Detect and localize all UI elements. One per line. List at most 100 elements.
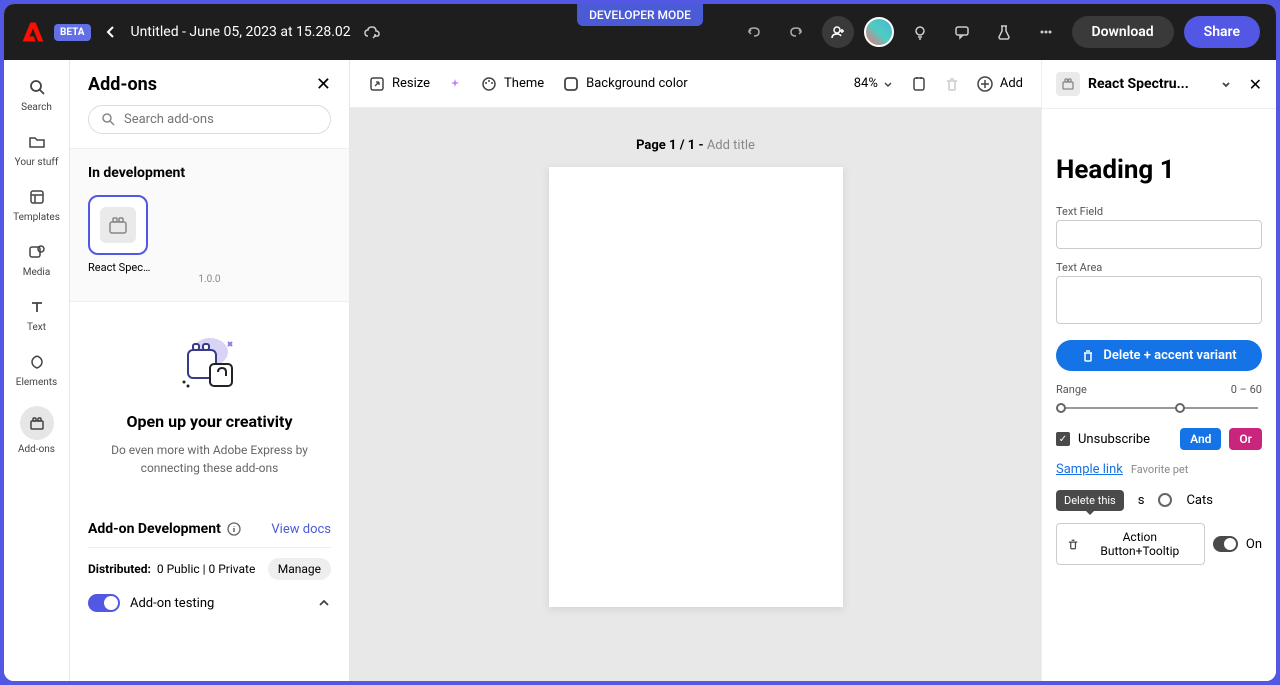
addon-version: 1.0.0 bbox=[88, 274, 331, 285]
info-icon[interactable] bbox=[227, 522, 241, 536]
trash-icon bbox=[944, 76, 960, 92]
canvas-toolbar: Resize Theme Background color 84% Add bbox=[350, 60, 1041, 108]
magic-icon[interactable] bbox=[448, 77, 462, 91]
cats-radio[interactable] bbox=[1158, 493, 1172, 507]
developer-mode-badge: DEVELOPER MODE bbox=[577, 4, 703, 26]
and-pill[interactable]: And bbox=[1180, 428, 1221, 450]
rail-text[interactable]: Text bbox=[4, 296, 69, 333]
text-field-input[interactable] bbox=[1056, 220, 1262, 249]
search-input-wrap[interactable] bbox=[88, 105, 331, 134]
text-area-input[interactable] bbox=[1056, 276, 1262, 324]
trash-icon bbox=[1067, 538, 1079, 551]
user-avatar[interactable] bbox=[864, 17, 894, 47]
addon-card[interactable]: React Spectr... 1.0.0 bbox=[88, 195, 331, 285]
cats-label: Cats bbox=[1186, 493, 1213, 508]
resize-icon bbox=[368, 75, 386, 93]
chevron-up-icon[interactable] bbox=[317, 596, 331, 610]
radio-s-label: s bbox=[1138, 493, 1145, 508]
view-docs-link[interactable]: View docs bbox=[271, 522, 331, 537]
unsubscribe-checkbox[interactable]: ✓ bbox=[1056, 432, 1070, 446]
range-value: 0 – 60 bbox=[1231, 383, 1262, 396]
more-icon[interactable] bbox=[1030, 16, 1062, 48]
beta-badge: BETA bbox=[54, 24, 91, 41]
page-label[interactable]: Page 1 / 1 - Add title bbox=[636, 138, 755, 153]
elements-icon bbox=[26, 351, 48, 373]
rail-search[interactable]: Search bbox=[4, 76, 69, 113]
back-arrow-icon[interactable] bbox=[103, 24, 119, 40]
favorite-label: Favorite pet bbox=[1131, 463, 1189, 476]
close-icon[interactable]: ✕ bbox=[1249, 75, 1262, 94]
redo-icon[interactable] bbox=[780, 16, 812, 48]
lightbulb-icon[interactable] bbox=[904, 16, 936, 48]
on-label: On bbox=[1246, 537, 1262, 552]
text-area-label: Text Area bbox=[1056, 261, 1262, 274]
trash-icon bbox=[1081, 349, 1095, 363]
heading-1: Heading 1 bbox=[1056, 155, 1262, 185]
left-rail: Search Your stuff Templates Media Text E… bbox=[4, 60, 70, 681]
resize-tool[interactable]: Resize bbox=[368, 75, 430, 93]
delete-tooltip: Delete this bbox=[1056, 490, 1124, 511]
adobe-logo-icon bbox=[20, 19, 46, 45]
rail-addons[interactable]: Add-ons bbox=[4, 406, 69, 455]
templates-icon bbox=[26, 186, 48, 208]
action-tooltip-button[interactable]: Action Button+Tooltip bbox=[1056, 523, 1205, 565]
canvas-page[interactable] bbox=[549, 167, 843, 607]
canvas-background[interactable]: Page 1 / 1 - Add title bbox=[350, 108, 1041, 681]
beaker-icon[interactable] bbox=[988, 16, 1020, 48]
folder-icon bbox=[26, 131, 48, 153]
zoom-level[interactable]: 84% bbox=[854, 76, 894, 91]
dev-section-title: Add-on Development bbox=[88, 521, 241, 537]
comment-icon[interactable] bbox=[946, 16, 978, 48]
addon-testing-label: Add-on testing bbox=[130, 596, 214, 611]
rail-elements[interactable]: Elements bbox=[4, 351, 69, 388]
rail-your-stuff[interactable]: Your stuff bbox=[4, 131, 69, 168]
panel-title: Add-ons bbox=[88, 74, 157, 95]
creativity-desc: Do even more with Adobe Express by conne… bbox=[88, 441, 331, 477]
pages-icon[interactable] bbox=[910, 75, 928, 93]
document-title[interactable]: Untitled - June 05, 2023 at 15.28.02 bbox=[131, 24, 351, 40]
chevron-down-icon[interactable] bbox=[1219, 77, 1233, 91]
invite-icon[interactable] bbox=[822, 16, 854, 48]
search-input[interactable] bbox=[124, 112, 318, 127]
creativity-illustration bbox=[170, 332, 250, 392]
addon-panel: React Spectru... ✕ Heading 1 Text Field … bbox=[1041, 60, 1276, 681]
theme-icon bbox=[480, 75, 498, 93]
theme-tool[interactable]: Theme bbox=[480, 75, 544, 93]
addons-icon bbox=[20, 406, 54, 440]
addon-testing-toggle[interactable] bbox=[88, 594, 120, 612]
chevron-down-icon bbox=[882, 78, 894, 90]
text-icon bbox=[26, 296, 48, 318]
rail-templates[interactable]: Templates bbox=[4, 186, 69, 223]
rail-media[interactable]: Media bbox=[4, 241, 69, 278]
top-header: DEVELOPER MODE BETA Untitled - June 05, … bbox=[4, 4, 1276, 60]
text-field-label: Text Field bbox=[1056, 205, 1262, 218]
bg-icon bbox=[562, 75, 580, 93]
undo-icon[interactable] bbox=[738, 16, 770, 48]
share-button[interactable]: Share bbox=[1184, 16, 1260, 48]
download-button[interactable]: Download bbox=[1072, 16, 1174, 48]
addon-name: React Spectr... bbox=[88, 261, 152, 274]
in-dev-heading: In development bbox=[88, 165, 331, 181]
add-page-button[interactable]: Add bbox=[976, 75, 1023, 93]
unsubscribe-label: Unsubscribe bbox=[1078, 432, 1172, 447]
media-icon bbox=[26, 241, 48, 263]
search-icon bbox=[101, 112, 116, 127]
plus-circle-icon bbox=[976, 75, 994, 93]
plugin-icon bbox=[1056, 72, 1080, 96]
search-icon bbox=[26, 76, 48, 98]
bg-color-tool[interactable]: Background color bbox=[562, 75, 688, 93]
range-slider[interactable] bbox=[1056, 400, 1262, 416]
delete-accent-button[interactable]: Delete + accent variant bbox=[1056, 340, 1262, 371]
on-switch[interactable] bbox=[1213, 536, 1237, 552]
range-label: Range bbox=[1056, 383, 1087, 396]
creativity-title: Open up your creativity bbox=[88, 412, 331, 431]
manage-button[interactable]: Manage bbox=[268, 558, 331, 580]
cloud-sync-icon[interactable] bbox=[363, 22, 383, 42]
distributed-label: Distributed: 0 Public | 0 Private bbox=[88, 562, 255, 576]
close-panel-icon[interactable]: ✕ bbox=[316, 74, 331, 95]
sample-link[interactable]: Sample link bbox=[1056, 462, 1123, 477]
or-pill[interactable]: Or bbox=[1229, 428, 1262, 450]
addons-panel: Add-ons ✕ In development React Spectr...… bbox=[70, 60, 350, 681]
plugin-icon bbox=[107, 214, 129, 236]
addon-panel-title: React Spectru... bbox=[1088, 76, 1211, 92]
